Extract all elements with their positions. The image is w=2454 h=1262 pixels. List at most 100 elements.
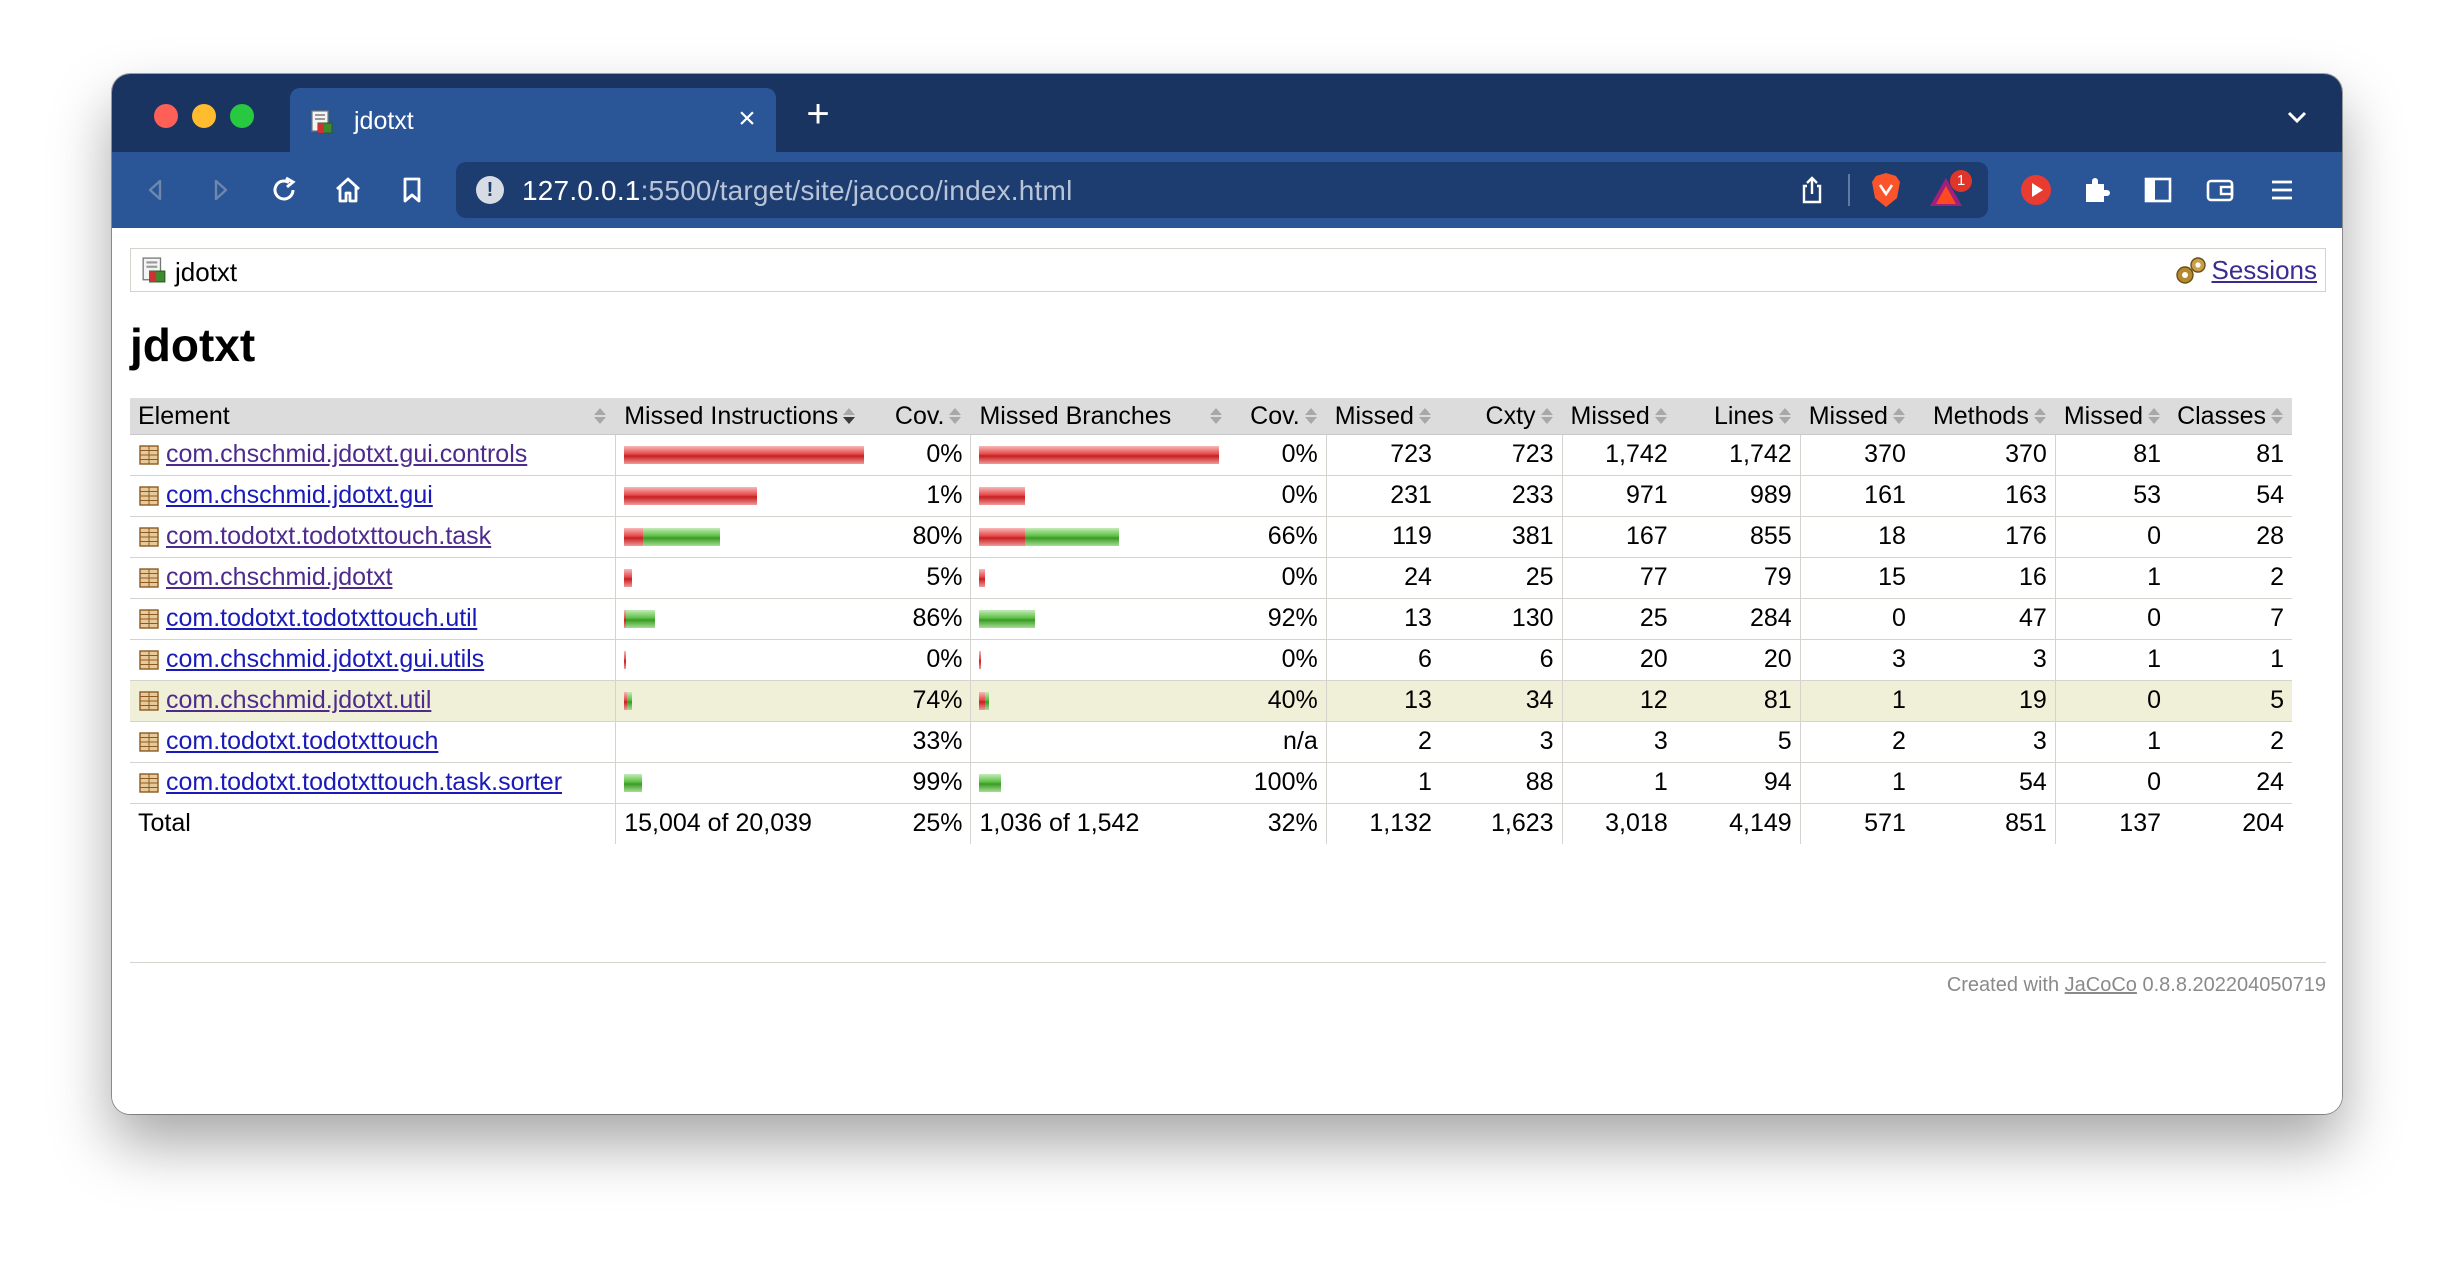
bookmark-button[interactable] xyxy=(392,170,432,210)
sort-icon xyxy=(1892,407,1906,425)
sidebar-button[interactable] xyxy=(2138,170,2178,210)
element-cell: com.chschmid.jdotxt xyxy=(130,557,616,599)
url-text[interactable]: 127.0.0.1:5500/target/site/jacoco/index.… xyxy=(522,175,1073,207)
missed-bar-segment xyxy=(979,486,1026,505)
header-lines[interactable]: Lines xyxy=(1675,398,1801,435)
header-methods[interactable]: Methods xyxy=(1913,398,2056,435)
back-button[interactable] xyxy=(136,170,176,210)
instructions-coverage-bar xyxy=(624,568,869,587)
page-content: jdotxt Sessions jdotxt Element Missed In… xyxy=(112,228,2342,1114)
cxty-cell: 381 xyxy=(1439,516,1563,558)
instr-cov-cell: 99% xyxy=(877,762,971,804)
brave-rewards-button[interactable]: 1 xyxy=(1926,170,1976,212)
header-missed-branches[interactable]: Missed Branches xyxy=(970,398,1231,435)
cxty-cell: 723 xyxy=(1439,434,1563,476)
forward-button[interactable] xyxy=(200,170,240,210)
package-icon xyxy=(139,690,159,711)
methods-cell: 370 xyxy=(1913,434,2056,476)
wallet-button[interactable] xyxy=(2200,170,2240,210)
methods-cell: 176 xyxy=(1913,516,2056,558)
jacoco-link[interactable]: JaCoCo xyxy=(2065,974,2137,996)
missed-bar-segment xyxy=(979,650,982,669)
breadcrumb-label: jdotxt xyxy=(175,257,238,287)
table-row: com.chschmid.jdotxt.util 74% 40% 13 34 12 81 1 1… xyxy=(130,680,2292,722)
lines-missed-cell: 167 xyxy=(1561,516,1676,558)
covered-bar-segment xyxy=(626,609,656,628)
missed-bar-segment xyxy=(979,568,986,587)
footer-divider xyxy=(130,962,2326,963)
instr-cov-cell: 86% xyxy=(877,598,971,640)
package-link[interactable]: com.todotxt.todotxttouch.util xyxy=(166,604,477,633)
header-instr-cov[interactable]: Cov. xyxy=(877,398,971,435)
header-missed-instructions[interactable]: Missed Instructions xyxy=(615,398,878,435)
header-cxty[interactable]: Cxty xyxy=(1439,398,1563,435)
share-icon[interactable] xyxy=(1796,174,1828,206)
package-link[interactable]: com.todotxt.todotxttouch.task xyxy=(166,522,491,551)
reload-icon xyxy=(273,176,296,201)
close-window-button[interactable] xyxy=(154,104,178,128)
minimize-window-button[interactable] xyxy=(192,104,216,128)
sort-icon xyxy=(2270,407,2284,425)
sort-icon xyxy=(2033,407,2047,425)
header-lines-missed[interactable]: Missed xyxy=(1561,398,1676,435)
covered-bar-segment xyxy=(979,773,1002,792)
address-bar[interactable]: ! 127.0.0.1:5500/target/site/jacoco/inde… xyxy=(456,162,1988,218)
cxty-missed-cell: 231 xyxy=(1325,475,1440,517)
header-classes[interactable]: Classes xyxy=(2169,398,2292,435)
tab-close-icon[interactable]: × xyxy=(732,104,762,134)
package-link[interactable]: com.chschmid.jdotxt.gui.utils xyxy=(166,645,484,674)
element-cell: com.chschmid.jdotxt.gui xyxy=(130,475,616,517)
covered-bar-segment xyxy=(627,691,633,710)
missed-instructions-cell xyxy=(615,762,878,804)
reload-button[interactable] xyxy=(264,170,304,210)
package-link[interactable]: com.chschmid.jdotxt xyxy=(166,563,392,592)
lines-missed-cell: 77 xyxy=(1561,557,1676,599)
total-instructions: 15,004 of 20,039 xyxy=(615,803,878,844)
missed-instructions-cell xyxy=(615,434,878,476)
browser-tab[interactable]: jdotxt × xyxy=(290,88,776,152)
header-methods-missed[interactable]: Missed xyxy=(1799,398,1914,435)
package-link[interactable]: com.chschmid.jdotxt.util xyxy=(166,686,431,715)
classes-cell: 5 xyxy=(2169,680,2292,722)
chevron-down-icon[interactable] xyxy=(2282,102,2312,132)
package-icon xyxy=(139,649,159,670)
home-icon xyxy=(336,177,360,203)
branches-coverage-bar xyxy=(979,773,1222,792)
lines-cell: 989 xyxy=(1675,475,1801,517)
package-link[interactable]: com.todotxt.todotxttouch xyxy=(166,727,438,756)
footer: Created with JaCoCo 0.8.8.202204050719 xyxy=(1946,974,2326,996)
maximize-window-button[interactable] xyxy=(230,104,254,128)
lines-cell: 94 xyxy=(1675,762,1801,804)
package-link[interactable]: com.todotxt.todotxttouch.task.sorter xyxy=(166,768,562,797)
header-cxty-missed[interactable]: Missed xyxy=(1325,398,1440,435)
package-link[interactable]: com.chschmid.jdotxt.gui.controls xyxy=(166,440,527,469)
classes-missed-cell: 1 xyxy=(2054,639,2170,681)
header-classes-missed[interactable]: Missed xyxy=(2054,398,2170,435)
branches-coverage-bar xyxy=(979,486,1222,505)
brave-shields-icon[interactable] xyxy=(1866,170,1906,210)
home-button[interactable] xyxy=(328,170,368,210)
missed-bar-segment xyxy=(624,568,633,587)
new-tab-button[interactable]: + xyxy=(800,94,836,134)
sessions-link-group[interactable]: Sessions xyxy=(2174,255,2318,286)
sort-icon xyxy=(1304,407,1318,425)
sessions-link[interactable]: Sessions xyxy=(2212,255,2318,286)
puzzle-piece-icon xyxy=(2086,178,2110,202)
classes-cell: 2 xyxy=(2169,721,2292,763)
missed-branches-cell xyxy=(970,680,1231,722)
sort-icon xyxy=(593,407,607,425)
instructions-coverage-bar xyxy=(624,527,869,546)
missed-bar-segment xyxy=(979,527,1026,546)
media-extension-button[interactable] xyxy=(2016,170,2056,210)
methods-cell: 19 xyxy=(1913,680,2056,722)
package-icon xyxy=(139,608,159,629)
header-branch-cov[interactable]: Cov. xyxy=(1230,398,1327,435)
header-element[interactable]: Element xyxy=(130,398,616,435)
site-info-icon[interactable]: ! xyxy=(476,176,504,204)
element-cell: com.todotxt.todotxttouch.util xyxy=(130,598,616,640)
back-arrow-icon xyxy=(148,179,162,201)
cxty-cell: 3 xyxy=(1439,721,1563,763)
menu-button[interactable] xyxy=(2262,170,2302,210)
extensions-button[interactable] xyxy=(2076,170,2116,210)
package-link[interactable]: com.chschmid.jdotxt.gui xyxy=(166,481,433,510)
